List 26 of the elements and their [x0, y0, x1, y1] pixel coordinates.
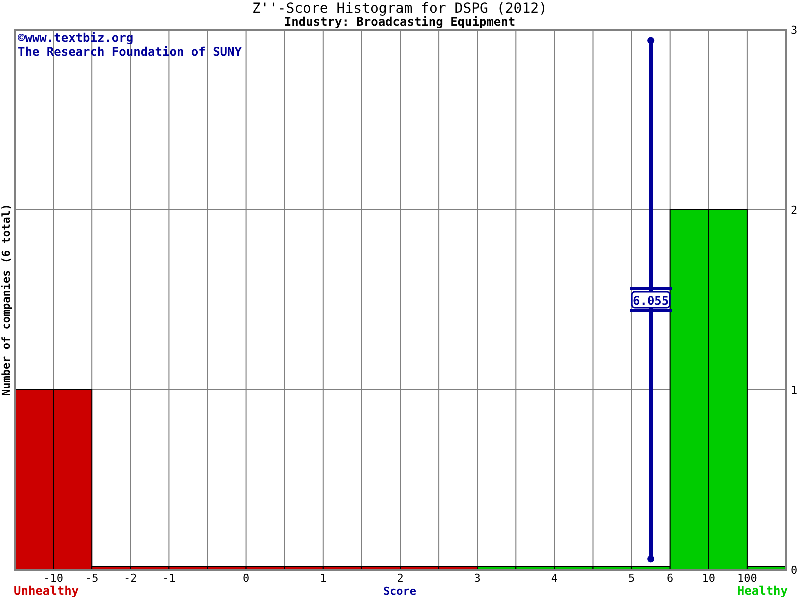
x-tick-label: 5 — [628, 572, 636, 585]
chart-title: Z''-Score Histogram for DSPG (2012) — [252, 1, 548, 17]
x-axis-label: Score — [383, 585, 417, 598]
x-tick-label: 1 — [320, 572, 327, 585]
x-tick-label: -10 — [44, 572, 64, 585]
x-tick-label: 4 — [551, 572, 558, 585]
y-tick-label: 1 — [791, 384, 798, 397]
x-tick-label: -2 — [124, 572, 138, 585]
zone-label: Healthy — [737, 584, 788, 598]
x-tick-label: 3 — [474, 572, 481, 585]
x-tick-label: -5 — [85, 572, 99, 585]
credit-text: The Research Foundation of SUNY — [18, 45, 242, 59]
y-axis-label: Number of companies (6 total) — [0, 204, 13, 396]
zone-label: Unhealthy — [14, 584, 80, 598]
y-tick-label: 0 — [791, 564, 798, 577]
x-tick-label: 10 — [702, 572, 716, 585]
chart-subtitle: Industry: Broadcasting Equipment — [284, 15, 516, 29]
x-tick-label: 0 — [243, 572, 250, 585]
x-tick-label: 6 — [667, 572, 674, 585]
x-tick-label: 100 — [738, 572, 758, 585]
x-tick-label: 2 — [397, 572, 404, 585]
x-tick-label: -1 — [162, 572, 176, 585]
y-tick-label: 3 — [791, 24, 798, 37]
credit-text: ©www.textbiz.org — [18, 31, 134, 45]
y-tick-label: 2 — [791, 204, 798, 217]
score-value: 6.055 — [633, 294, 670, 308]
